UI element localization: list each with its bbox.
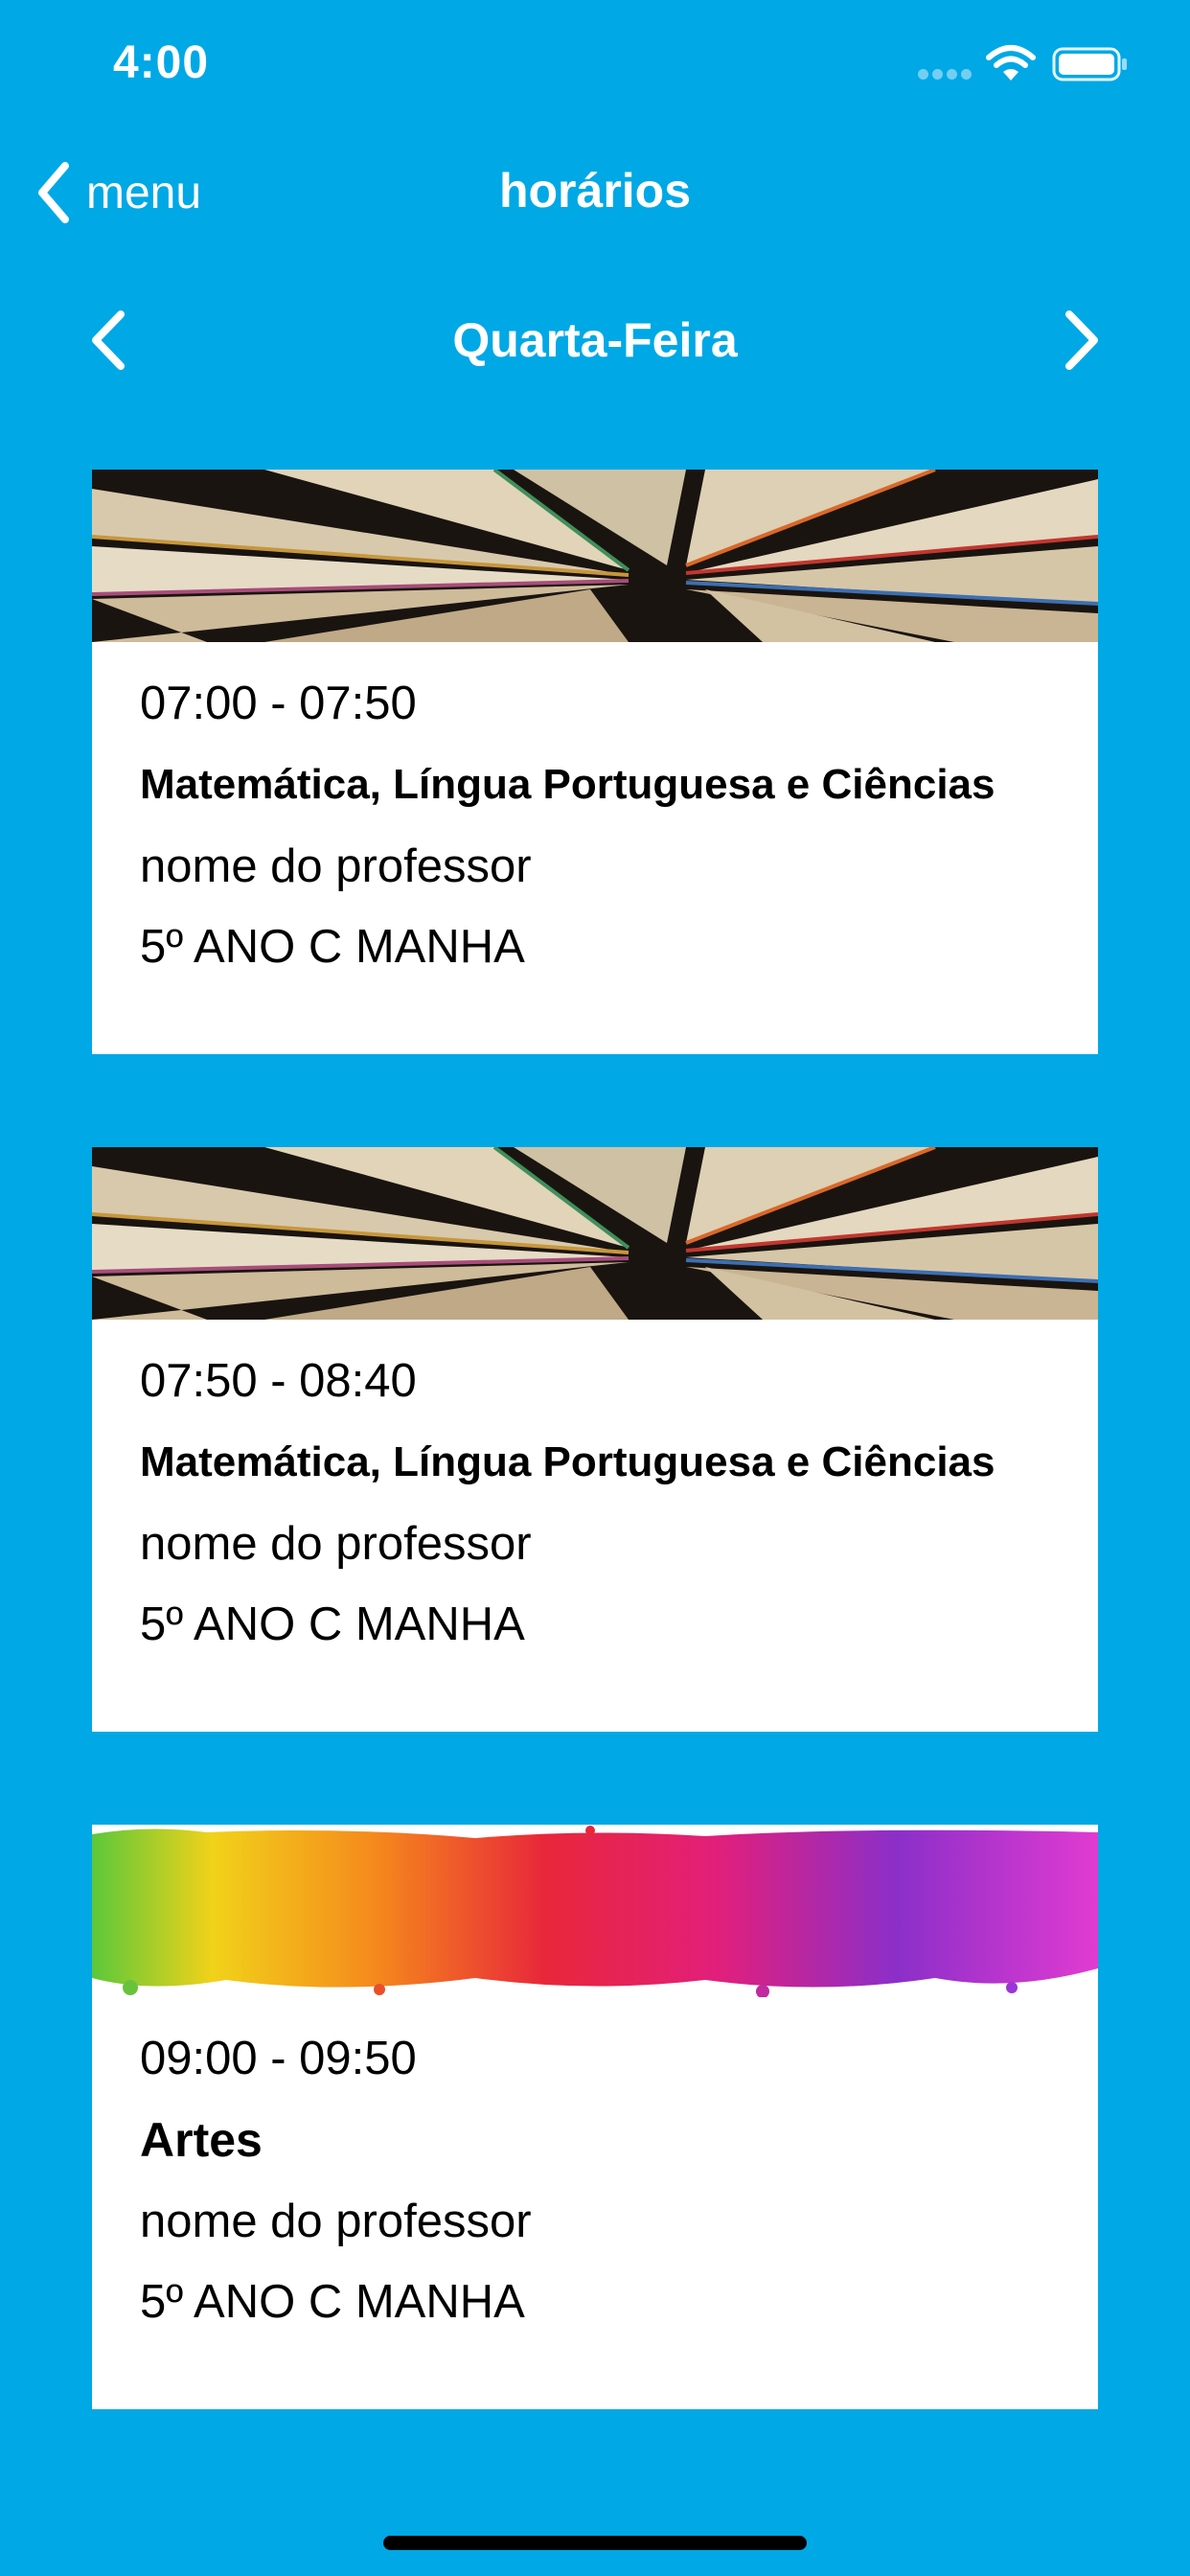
class-teacher: nome do professor bbox=[140, 1518, 532, 1570]
books-image bbox=[92, 1147, 1098, 1320]
paint-splash-image bbox=[92, 1825, 1098, 1997]
battery-icon bbox=[1052, 47, 1127, 81]
schedule-card[interactable]: 07:00 - 07:50 Matemática, Língua Portugu… bbox=[92, 470, 1098, 1054]
class-time: 07:50 - 08:40 bbox=[140, 1355, 417, 1407]
wifi-icon bbox=[986, 45, 1036, 80]
class-time: 07:00 - 07:50 bbox=[140, 678, 417, 729]
class-teacher: nome do professor bbox=[140, 2196, 532, 2247]
current-day-label: Quarta-Feira bbox=[452, 313, 738, 367]
class-group: 5º ANO C MANHA bbox=[140, 1598, 525, 1650]
books-image bbox=[92, 470, 1098, 642]
cellular-signal-icon bbox=[918, 69, 972, 80]
page-title: horários bbox=[498, 164, 692, 218]
next-day-chevron-icon[interactable] bbox=[1058, 307, 1106, 374]
class-subject: Matemática, Língua Portuguesa e Ciências bbox=[140, 1438, 995, 1485]
schedule-card[interactable]: 07:50 - 08:40 Matemática, Língua Portugu… bbox=[92, 1147, 1098, 1732]
navigation-bar: menu horários bbox=[0, 144, 1190, 240]
schedule-card[interactable]: 09:00 - 09:50 Artes nome do professor 5º… bbox=[92, 1825, 1098, 2409]
class-time: 09:00 - 09:50 bbox=[140, 2033, 417, 2084]
class-subject: Artes bbox=[140, 2113, 263, 2167]
day-selector: Quarta-Feira bbox=[0, 297, 1190, 383]
home-indicator[interactable] bbox=[383, 2536, 807, 2550]
class-group: 5º ANO C MANHA bbox=[140, 2276, 525, 2328]
status-time: 4:00 bbox=[113, 37, 210, 88]
status-bar: 4:00 bbox=[0, 0, 1190, 125]
class-subject: Matemática, Língua Portuguesa e Ciências bbox=[140, 761, 995, 808]
class-group: 5º ANO C MANHA bbox=[140, 921, 525, 973]
class-teacher: nome do professor bbox=[140, 840, 532, 892]
